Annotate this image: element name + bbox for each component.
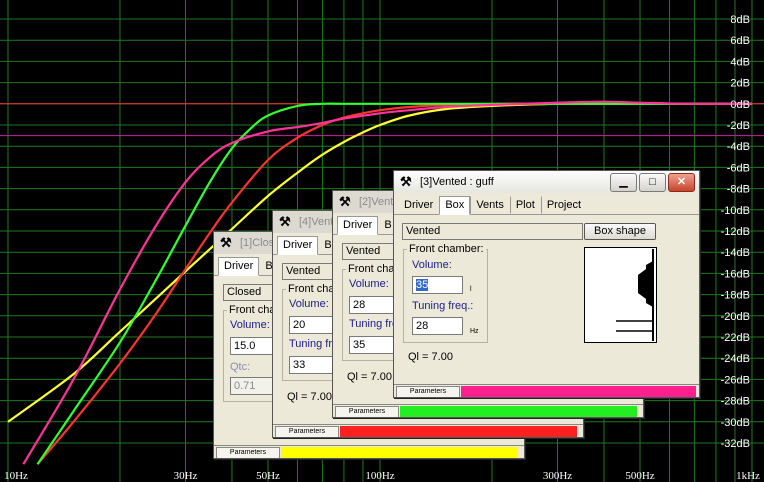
tab-project[interactable]: Project bbox=[540, 196, 587, 214]
y-tick-label: -10dB bbox=[721, 205, 750, 217]
window-4-parameter-bar: Parameters bbox=[273, 424, 583, 437]
tab-box[interactable]: Box bbox=[439, 196, 471, 215]
y-tick-label: 4dB bbox=[730, 56, 750, 68]
curve-color-swatch bbox=[340, 426, 577, 437]
x-tick-label: 100Hz bbox=[365, 470, 394, 482]
y-tick-label: 2dB bbox=[730, 78, 750, 90]
y-tick-label: -8dB bbox=[727, 184, 750, 196]
y-tick-label: -22dB bbox=[721, 332, 750, 344]
box-shape-button[interactable]: Box shape bbox=[584, 223, 656, 240]
y-tick-label: -4dB bbox=[727, 141, 750, 153]
wrench-icon: ⚒ bbox=[400, 174, 412, 189]
x-axis-labels: 10Hz 30Hz 50Hz 100Hz 300Hz 500Hz 1kHz bbox=[4, 470, 760, 482]
y-tick-label: -12dB bbox=[721, 226, 750, 238]
curve-color-swatch bbox=[281, 447, 518, 458]
volume-label: Volume: bbox=[289, 298, 329, 310]
y-tick-label: -6dB bbox=[727, 162, 750, 174]
x-tick-label: 500Hz bbox=[625, 470, 654, 482]
volume-label: Volume: bbox=[230, 319, 270, 331]
y-tick-label: -28dB bbox=[721, 396, 750, 408]
window-3-titlebar[interactable]: ⚒ [3]Vented : guff ▁ □ ✕ bbox=[394, 171, 699, 193]
y-tick-label: -32dB bbox=[721, 438, 750, 450]
wrench-icon: ⚒ bbox=[339, 194, 351, 209]
y-tick-label: -2dB bbox=[727, 120, 750, 132]
parameters-button[interactable]: Parameters bbox=[335, 406, 399, 417]
ql-readout: Ql = 7.00 bbox=[408, 351, 453, 363]
y-tick-label: 6dB bbox=[730, 35, 750, 47]
x-tick-label: 50Hz bbox=[256, 470, 280, 482]
volume-unit: l bbox=[470, 286, 472, 293]
qtc-label: Qtc: bbox=[230, 361, 251, 373]
maximize-button[interactable]: □ bbox=[639, 172, 666, 192]
window-3-parameter-bar: Parameters bbox=[394, 384, 699, 397]
tuning-freq-input[interactable]: 28 bbox=[412, 317, 463, 335]
curve-color-swatch bbox=[461, 386, 696, 397]
front-chamber-group: Front chamber: Volume: 35 l Tuning freq.… bbox=[403, 243, 488, 343]
tab-driver[interactable]: Driver bbox=[337, 216, 379, 235]
front-chamber-title: Front chamber: bbox=[407, 243, 486, 255]
y-tick-label: -14dB bbox=[721, 247, 750, 259]
x-tick-label: 30Hz bbox=[174, 470, 198, 482]
minimize-button[interactable]: ▁ bbox=[610, 172, 637, 192]
y-tick-label: -30dB bbox=[721, 417, 750, 429]
tuning-freq-unit: Hz bbox=[470, 328, 479, 335]
y-tick-label: 8dB bbox=[730, 14, 750, 26]
y-tick-label: -26dB bbox=[721, 374, 750, 386]
volume-input[interactable]: 35 bbox=[412, 276, 463, 294]
y-axis-labels: 8dB 6dB 4dB 2dB 0dB -2dB -4dB -6dB -8dB -10dB -12d… bbox=[721, 14, 750, 450]
tab-driver[interactable]: Driver bbox=[277, 236, 319, 255]
y-tick-label: -18dB bbox=[721, 290, 750, 302]
box-type-select[interactable]: Vented bbox=[402, 223, 583, 240]
y-tick-label: -24dB bbox=[721, 353, 750, 365]
y-tick-label: -20dB bbox=[721, 311, 750, 323]
tab-driver[interactable]: Driver bbox=[218, 257, 260, 276]
tab-plot[interactable]: Plot bbox=[509, 196, 541, 214]
volume-label: Volume: bbox=[349, 278, 389, 290]
close-button[interactable]: ✕ bbox=[668, 172, 695, 192]
curve-color-swatch bbox=[400, 406, 637, 417]
tab-vents[interactable]: Vents bbox=[470, 196, 510, 214]
parameters-button[interactable]: Parameters bbox=[396, 386, 460, 397]
y-tick-label: -16dB bbox=[721, 268, 750, 280]
window-controls: ▁ □ ✕ bbox=[610, 172, 695, 192]
window-1-parameter-bar: Parameters bbox=[214, 445, 524, 458]
x-tick-label: 1kHz bbox=[736, 470, 760, 482]
box-shape-diagram bbox=[584, 247, 657, 343]
tuning-freq-label: Tuning freq.: bbox=[412, 300, 474, 312]
wrench-icon: ⚒ bbox=[220, 235, 232, 250]
reference-lines bbox=[0, 103, 764, 137]
ql-readout: Ql = 7.00 bbox=[347, 371, 392, 383]
volume-value: 35 bbox=[416, 279, 429, 291]
tab-driver[interactable]: Driver bbox=[398, 196, 439, 214]
x-tick-label: 300Hz bbox=[543, 470, 572, 482]
parameters-button[interactable]: Parameters bbox=[216, 447, 280, 458]
ql-readout: Ql = 7.00 bbox=[287, 391, 332, 403]
window-vented-3-guff[interactable]: ⚒ [3]Vented : guff ▁ □ ✕ Driver Box Vent… bbox=[393, 170, 700, 398]
window-3-tabs: Driver Box Vents Plot Project bbox=[394, 196, 699, 215]
x-tick-label: 10Hz bbox=[4, 470, 28, 482]
wrench-icon: ⚒ bbox=[279, 214, 291, 229]
volume-label: Volume: bbox=[412, 259, 452, 271]
window-3-title: [3]Vented : guff bbox=[420, 176, 494, 188]
y-tick-label: 0dB bbox=[730, 99, 750, 111]
parameters-button[interactable]: Parameters bbox=[275, 426, 339, 437]
window-2-parameter-bar: Parameters bbox=[333, 404, 643, 417]
